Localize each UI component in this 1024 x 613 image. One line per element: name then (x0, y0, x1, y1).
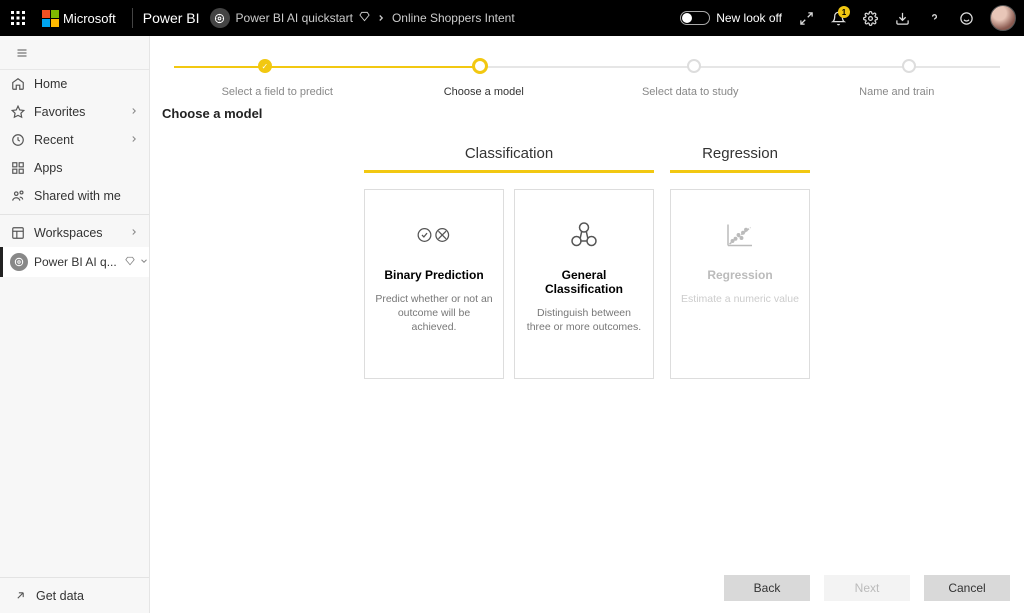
category-underline (364, 170, 654, 173)
chevron-right-icon (376, 13, 386, 23)
notification-badge: 1 (838, 6, 850, 18)
model-card-regression: Regression Estimate a numeric value (670, 189, 810, 379)
sidebar-item-label: Home (34, 77, 67, 91)
model-card-title: General Classification (525, 268, 643, 296)
category-title: Classification (364, 145, 654, 170)
help-icon[interactable] (918, 0, 950, 36)
step-dot-1[interactable] (258, 59, 272, 73)
step-dot-3 (687, 59, 701, 73)
general-classification-icon (569, 218, 599, 252)
model-card-desc: Estimate a numeric value (681, 292, 799, 306)
chevron-right-icon (129, 226, 139, 240)
microsoft-logo[interactable]: Microsoft (36, 10, 122, 27)
sidebar-item-recent[interactable]: Recent (0, 126, 149, 154)
sidebar: Home Favorites Recent Apps Shared with m… (0, 36, 150, 613)
step-dot-2[interactable] (472, 58, 488, 74)
category-underline (670, 170, 810, 173)
apps-icon (10, 160, 26, 176)
model-card-desc: Distinguish between three or more outcom… (525, 306, 643, 334)
workspace-avatar-icon (10, 253, 28, 271)
binary-prediction-icon (415, 218, 453, 252)
model-card-binary-prediction[interactable]: Binary Prediction Predict whether or not… (364, 189, 504, 379)
settings-icon[interactable] (854, 0, 886, 36)
back-button[interactable]: Back (724, 575, 810, 601)
sidebar-item-label: Recent (34, 133, 74, 147)
sidebar-item-workspaces[interactable]: Workspaces (0, 219, 149, 247)
wizard-footer: Back Next Cancel (724, 575, 1010, 601)
wizard-stepper: Select a field to predict Choose a model… (150, 36, 1024, 98)
new-look-label: New look off (716, 11, 782, 25)
app-launcher-icon[interactable] (0, 0, 36, 36)
fullscreen-icon[interactable] (790, 0, 822, 36)
company-label: Microsoft (63, 11, 116, 26)
notifications-icon[interactable]: 1 (822, 0, 854, 36)
sidebar-item-label: Workspaces (34, 226, 103, 240)
chevron-right-icon (129, 133, 139, 147)
model-options: Classification Binary Prediction (150, 145, 1024, 379)
sidebar-item-apps[interactable]: Apps (0, 154, 149, 182)
workspaces-icon (10, 225, 26, 241)
sidebar-item-shared[interactable]: Shared with me (0, 182, 149, 210)
product-label[interactable]: Power BI (143, 10, 210, 26)
sidebar-item-favorites[interactable]: Favorites (0, 98, 149, 126)
step-label: Select data to study (587, 86, 794, 98)
breadcrumb-item[interactable]: Power BI AI quickstart (236, 11, 353, 25)
breadcrumb-item[interactable]: Online Shoppers Intent (392, 11, 515, 25)
topbar: Microsoft Power BI Power BI AI quickstar… (0, 0, 1024, 36)
category-title: Regression (670, 145, 810, 170)
user-avatar[interactable] (990, 5, 1016, 31)
model-card-general-classification[interactable]: General Classification Distinguish betwe… (514, 189, 654, 379)
step-label: Choose a model (381, 86, 588, 98)
topbar-divider (132, 8, 133, 28)
next-button: Next (824, 575, 910, 601)
get-data-icon (12, 588, 28, 604)
model-card-desc: Predict whether or not an outcome will b… (375, 292, 493, 335)
sidebar-item-label: Favorites (34, 105, 85, 119)
share-icon (10, 188, 26, 204)
get-data-label: Get data (36, 589, 84, 603)
premium-diamond-icon (359, 11, 370, 25)
sidebar-item-label: Apps (34, 161, 63, 175)
star-icon (10, 104, 26, 120)
model-card-title: Regression (707, 268, 772, 282)
download-icon[interactable] (886, 0, 918, 36)
clock-icon (10, 132, 26, 148)
get-data-button[interactable]: Get data (0, 577, 149, 613)
model-card-title: Binary Prediction (384, 268, 483, 282)
content-area: Select a field to predict Choose a model… (150, 36, 1024, 613)
workspace-actions (125, 255, 149, 269)
new-look-toggle[interactable]: New look off (680, 11, 782, 25)
step-dot-4 (902, 59, 916, 73)
cancel-button[interactable]: Cancel (924, 575, 1010, 601)
sidebar-item-home[interactable]: Home (0, 70, 149, 98)
sidebar-item-label: Shared with me (34, 189, 121, 203)
home-icon (10, 76, 26, 92)
step-label: Name and train (794, 86, 1001, 98)
premium-diamond-icon (125, 255, 135, 269)
chevron-right-icon (129, 105, 139, 119)
active-workspace-label: Power BI AI q... (34, 255, 117, 269)
feedback-icon[interactable] (950, 0, 982, 36)
category-classification: Classification Binary Prediction (364, 145, 654, 379)
page-title: Choose a model (150, 98, 1024, 121)
sidebar-collapse-button[interactable] (0, 36, 149, 70)
category-regression: Regression Regress (670, 145, 810, 379)
breadcrumb: Power BI AI quickstart Online Shoppers I… (210, 8, 515, 28)
sidebar-divider (0, 214, 149, 215)
chevron-down-icon[interactable] (139, 255, 149, 269)
active-workspace[interactable]: Power BI AI q... (0, 247, 149, 277)
workspace-icon (210, 8, 230, 28)
step-label: Select a field to predict (174, 86, 381, 98)
regression-icon (725, 218, 755, 252)
